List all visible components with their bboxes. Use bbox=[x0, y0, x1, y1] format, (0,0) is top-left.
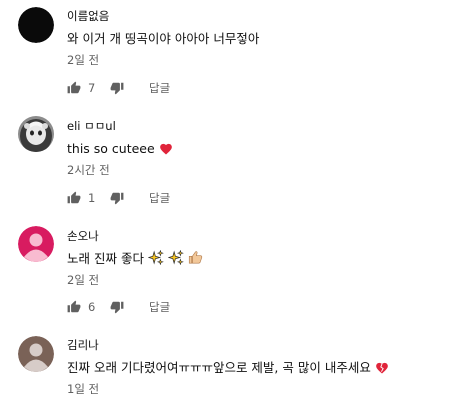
like-button[interactable] bbox=[67, 297, 81, 317]
thumbs-down-icon bbox=[110, 82, 124, 95]
like-count: 7 bbox=[88, 81, 96, 95]
thumbs-up-icon bbox=[67, 191, 81, 204]
like-count: 1 bbox=[88, 191, 96, 205]
comment-text: this so cuteee bbox=[67, 141, 173, 157]
thumbs-up-emoji bbox=[188, 251, 203, 264]
dislike-button[interactable] bbox=[110, 78, 124, 98]
dislike-button[interactable] bbox=[110, 188, 124, 208]
comment-time[interactable]: 2일 전 bbox=[67, 273, 99, 287]
comment-time[interactable]: 2시간 전 bbox=[67, 163, 110, 177]
comment-text-content: this so cuteee bbox=[67, 141, 155, 156]
avatar[interactable] bbox=[18, 7, 54, 43]
comment-text: 노래 진짜 좋다 bbox=[67, 250, 203, 267]
comment-author[interactable]: eli ㅁㅁul bbox=[67, 119, 116, 133]
reply-button[interactable]: 답글 bbox=[149, 300, 170, 314]
comment-text: 진짜 오래 기다렸어여ㅠㅠㅠ앞으로 제발, 곡 많이 내주세요 bbox=[67, 360, 389, 376]
dislike-button[interactable] bbox=[110, 297, 124, 317]
thumbs-down-icon bbox=[110, 192, 124, 205]
comment-text-content: 노래 진짜 좋다 bbox=[67, 251, 144, 266]
avatar[interactable] bbox=[18, 226, 54, 262]
sparkles-emoji bbox=[147, 250, 164, 265]
avatar[interactable] bbox=[18, 116, 54, 152]
thumbs-up-icon bbox=[67, 300, 81, 313]
comment-author[interactable]: 손오나 bbox=[67, 229, 99, 243]
avatar[interactable] bbox=[18, 336, 54, 372]
comment-text-content: 진짜 오래 기다렸어여ㅠㅠㅠ앞으로 제발, 곡 많이 내주세요 bbox=[67, 360, 371, 375]
comment-time[interactable]: 2일 전 bbox=[67, 53, 99, 67]
red-heart-emoji bbox=[159, 143, 172, 155]
comment-actions: 7 답글 bbox=[67, 78, 267, 98]
comment-author[interactable]: 이름없음 bbox=[67, 9, 109, 23]
reply-button[interactable]: 답글 bbox=[149, 81, 170, 95]
comment-actions: 1 답글 bbox=[67, 188, 267, 208]
like-count: 6 bbox=[88, 300, 96, 314]
comment-author[interactable]: 김리나 bbox=[67, 338, 99, 352]
sparkles-emoji bbox=[167, 250, 184, 265]
comment-time[interactable]: 1일 전 bbox=[67, 382, 99, 396]
thumbs-down-icon bbox=[110, 301, 124, 314]
comment-text: 와 이거 개 띵곡이야 아아아 너무젛아 bbox=[67, 31, 260, 46]
broken-heart-emoji bbox=[375, 362, 388, 374]
reply-button[interactable]: 답글 bbox=[149, 191, 170, 205]
like-button[interactable] bbox=[67, 188, 81, 208]
thumbs-up-icon bbox=[67, 81, 81, 94]
like-button[interactable] bbox=[67, 78, 81, 98]
comment-actions: 6 답글 bbox=[67, 297, 267, 317]
